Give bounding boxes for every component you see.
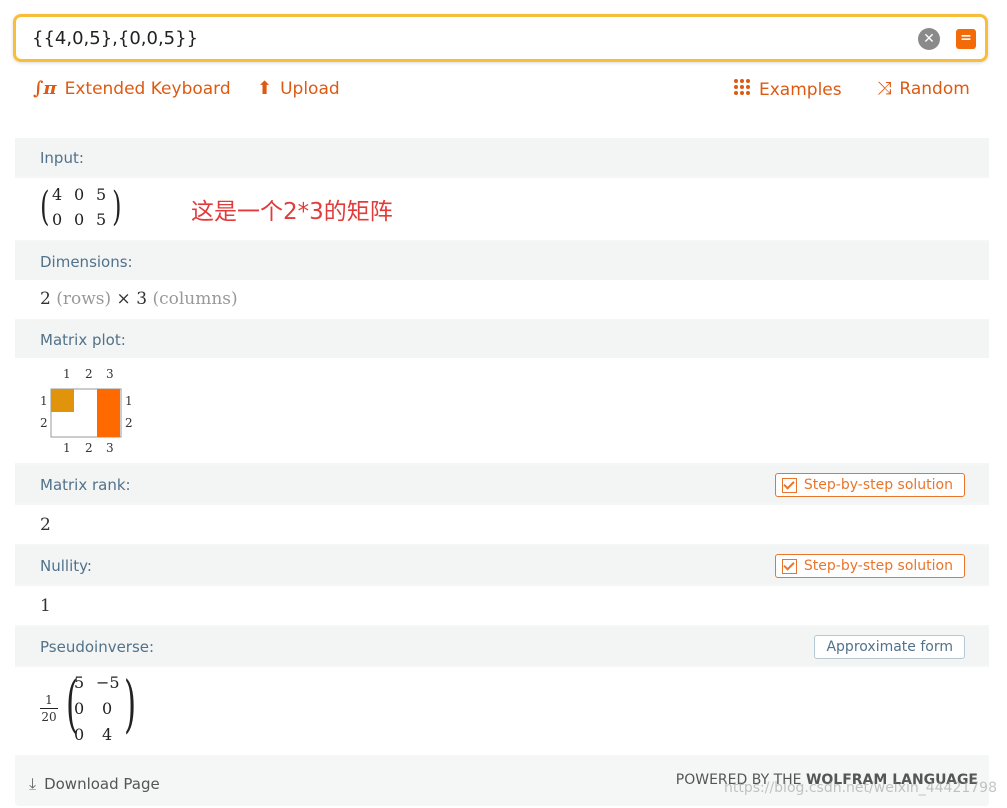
nullity-pod-body: 1: [15, 586, 989, 625]
right-paren: ): [112, 184, 122, 230]
dimensions-pod-body: 2 (rows) × 3 (columns): [15, 280, 989, 319]
matrix-cell: 0: [74, 185, 85, 204]
user-annotation: 这是一个2*3的矩阵: [191, 199, 393, 225]
input-pod-header: Input:: [15, 138, 989, 176]
checkbox-icon: [781, 558, 797, 574]
row-tick-left: 2: [40, 416, 48, 430]
input-pod-title: Input:: [40, 149, 84, 167]
matrix-plot-pod-title: Matrix plot:: [40, 331, 126, 349]
grid-icon: [733, 78, 751, 101]
rank-pod-title: Matrix rank:: [40, 476, 131, 494]
matrix-cell: 5: [74, 673, 85, 692]
left-paren: (: [40, 184, 50, 230]
cols-value: 3: [136, 289, 148, 309]
row-tick-left: 1: [40, 394, 48, 408]
clear-icon[interactable]: ✕: [918, 28, 940, 50]
nullity-pod-header: Nullity: Step-by-step solution: [15, 546, 989, 584]
matrix-cell: 0: [74, 699, 85, 718]
rows-label: (rows): [56, 289, 112, 309]
rank-pod-body: 2: [15, 505, 989, 544]
equals-icon[interactable]: =: [956, 29, 976, 49]
cell-1-1: [51, 389, 74, 412]
matrix-cell: 0: [74, 210, 85, 229]
cell-col-3: [97, 389, 120, 437]
right-paren: ): [124, 667, 137, 740]
dimensions-pod-title: Dimensions:: [40, 253, 133, 271]
random-label: Random: [899, 78, 970, 99]
matrix-plot-pod-header: Matrix plot:: [15, 320, 989, 358]
download-page-button[interactable]: ⤓ Download Page: [29, 774, 160, 794]
pseudoinverse-pod-header: Pseudoinverse: Approximate form: [15, 627, 989, 665]
col-tick-top: 2: [85, 367, 93, 381]
search-input[interactable]: {{4,0,5},{0,0,5}}: [32, 28, 198, 49]
matrix-cell: 4: [52, 185, 63, 204]
scalar-fraction: 1 20: [40, 692, 58, 725]
watermark: https://blog.csdn.net/weixin_44421798: [723, 780, 997, 796]
input-pod-body: ( 4 0 5 0 0 5 ) 这是一个2*3的矩阵: [15, 178, 989, 240]
fraction-numerator: 1: [40, 692, 58, 709]
results-panel: Input: ( 4 0 5 0 0 5 ) 这是一个2*3的矩阵 Dimens…: [15, 138, 997, 806]
upload-label: Upload: [280, 78, 340, 99]
matrix-cell: 0: [74, 725, 85, 744]
download-page-label: Download Page: [44, 775, 160, 793]
rank-step-label: Step-by-step solution: [803, 477, 953, 493]
fraction-denominator: 20: [41, 710, 57, 724]
pseudoinverse-pod-title: Pseudoinverse:: [40, 638, 155, 656]
dimensions-pod-header: Dimensions:: [15, 242, 989, 280]
matrix-cell: 0: [52, 210, 63, 229]
row-tick-right: 1: [125, 394, 133, 408]
rank-step-by-step-button[interactable]: Step-by-step solution: [774, 473, 965, 497]
nullity-step-by-step-button[interactable]: Step-by-step solution: [774, 554, 965, 578]
nullity-step-label: Step-by-step solution: [803, 558, 953, 574]
matrix-cell: 0: [102, 699, 113, 718]
col-tick-bottom: 1: [63, 441, 71, 455]
checkbox-icon: [781, 477, 797, 493]
examples-button[interactable]: Examples: [733, 78, 842, 101]
keyboard-icon: ∫π: [33, 78, 57, 99]
pseudoinverse-pod-body: 1 20 ( 5 −5 0 0 0 4 ): [15, 667, 989, 755]
rank-pod-header: Matrix rank: Step-by-step solution: [15, 465, 989, 503]
nullity-value: 1: [40, 596, 51, 616]
search-bar[interactable]: {{4,0,5},{0,0,5}} ✕ =: [13, 14, 988, 62]
col-tick-bottom: 3: [106, 441, 114, 455]
rows-value: 2: [40, 289, 51, 309]
matrix-cell: −5: [96, 673, 120, 692]
approximate-form-button[interactable]: Approximate form: [814, 635, 965, 659]
dimensions-value: 2 (rows) × 3 (columns): [40, 289, 238, 309]
rank-value: 2: [40, 515, 51, 535]
row-tick-right: 2: [125, 416, 133, 430]
cols-label: (columns): [152, 289, 238, 309]
random-button[interactable]: ⤨ Random: [877, 78, 970, 99]
matrix-plot-pod-body: 1 2 3 1 2 3 1 2 1 2: [15, 358, 989, 463]
matrix-cell: 4: [102, 725, 113, 744]
extended-keyboard-button[interactable]: ∫π Extended Keyboard: [33, 78, 231, 99]
examples-label: Examples: [759, 79, 842, 100]
upload-icon: ⬆: [257, 78, 273, 99]
matrix-cell: 5: [96, 210, 107, 229]
upload-button[interactable]: ⬆ Upload: [257, 78, 340, 99]
matrix-cell: 5: [96, 185, 107, 204]
col-tick-top: 1: [63, 367, 71, 381]
col-tick-top: 3: [106, 367, 114, 381]
matrix-plot: 1 2 3 1 2 3 1 2 1 2: [40, 367, 133, 455]
extended-keyboard-label: Extended Keyboard: [64, 78, 231, 99]
shuffle-icon: ⤨: [877, 78, 892, 99]
download-icon: ⤓: [29, 774, 37, 793]
times-sign: ×: [116, 289, 131, 309]
col-tick-bottom: 2: [85, 441, 93, 455]
nullity-pod-title: Nullity:: [40, 557, 92, 575]
